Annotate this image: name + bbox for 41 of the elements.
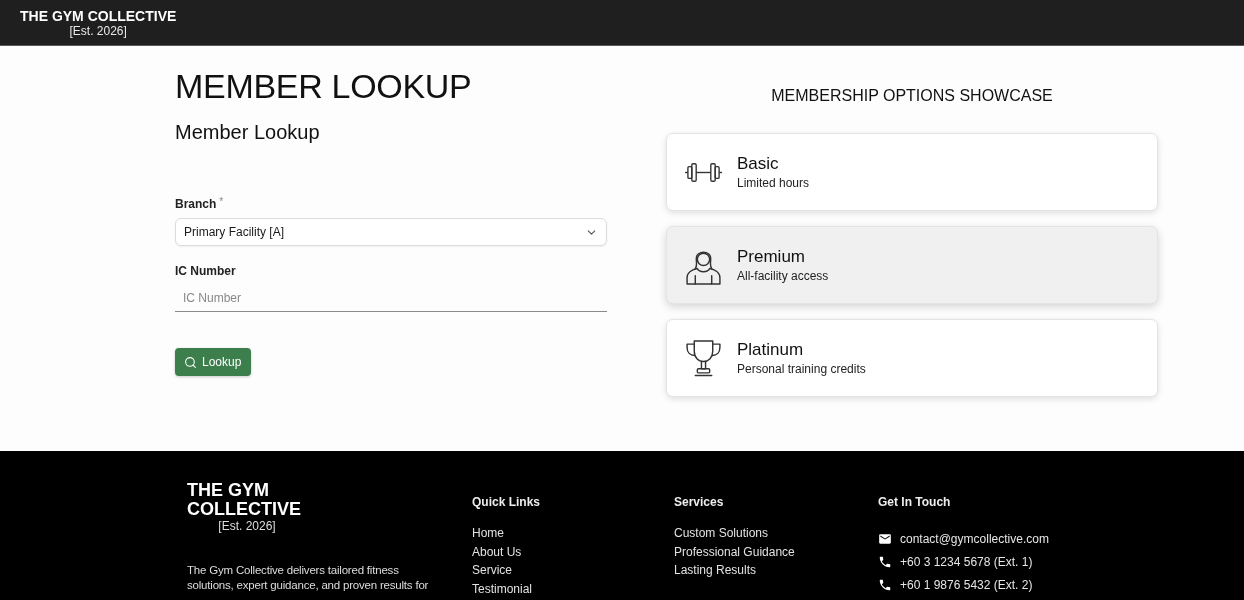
ic-number-input[interactable]: IC Number (175, 285, 607, 312)
contact-text: +60 3 1234 5678 (Ext. 1) (900, 554, 1033, 569)
membership-card[interactable]: Platinum Personal training credits (666, 319, 1158, 397)
footer-link[interactable]: Testimonial (472, 579, 533, 598)
plan-name: Platinum (737, 339, 805, 360)
page-title: MEMBER LOOKUP (175, 66, 473, 107)
required-mark: * (219, 197, 224, 207)
field-label: Branch (175, 197, 217, 211)
footer-brand-title: THE GYM COLLECTIVE (187, 481, 302, 519)
plan-name: Premium (737, 246, 806, 267)
plan-name: Basic (737, 153, 780, 174)
contact-text: contact@gymcollective.com (900, 531, 1049, 546)
footer-description: The Gym Collective delivers tailored fitness solutions, expert guidance, and proven results for (187, 563, 430, 593)
footer-brand-established: [Est. 2026] (218, 519, 276, 533)
footer-heading: Get In Touch (878, 495, 952, 509)
form-title: Member Lookup (175, 120, 321, 144)
brand-established: [Est. 2026] (69, 24, 127, 38)
footer-link[interactable]: Lasting Results (674, 561, 757, 580)
footer-link[interactable]: Professional Guidance (674, 542, 795, 561)
footer-link[interactable]: Custom Solutions (674, 524, 769, 543)
brand-title: THE GYM COLLECTIVE (20, 8, 177, 24)
envelope-icon (878, 531, 892, 546)
showcase-title: MEMBERSHIP OPTIONS SHOWCASE (770, 86, 1054, 106)
membership-card[interactable]: Premium All-facility access (666, 226, 1158, 304)
plan-description: Personal training credits (737, 361, 866, 377)
search-icon (184, 355, 197, 369)
footer-link[interactable]: About Us (472, 542, 522, 561)
footer-heading: Quick Links (472, 495, 542, 509)
footer-link[interactable]: Home (472, 524, 504, 543)
contact-text: +60 1 9876 5432 (Ext. 2) (900, 577, 1033, 592)
phone-icon (878, 577, 892, 592)
plan-description: All-facility access (737, 268, 829, 284)
field-label: IC Number (175, 264, 236, 278)
membership-card[interactable]: Basic Limited hours (666, 133, 1158, 211)
lookup-button[interactable]: Lookup (175, 348, 252, 376)
trophy-icon (684, 338, 723, 378)
footer-heading: Services (674, 495, 725, 509)
footer-link[interactable]: Service (472, 561, 512, 580)
branch-select[interactable]: Primary Facility [A] (175, 218, 607, 246)
phone-icon (878, 554, 892, 569)
plan-description: Limited hours (737, 175, 810, 191)
